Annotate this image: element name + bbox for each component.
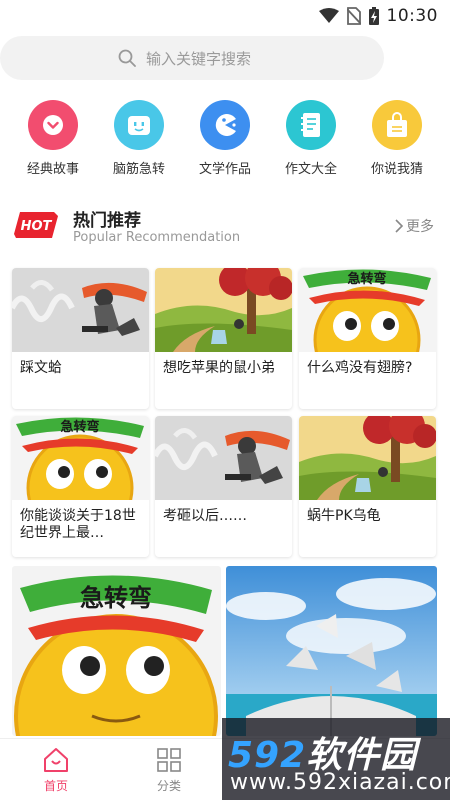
section-subtitle: Popular Recommendation (73, 230, 241, 245)
story-card[interactable]: 急转弯 什么鸡没有翅膀? (299, 268, 436, 409)
category-label: 经典故事 (26, 162, 79, 177)
category-brain-teasers[interactable]: 脑筋急转 (96, 100, 182, 177)
card-title: 想吃苹果的鼠小弟 (163, 360, 275, 376)
pacman-icon (200, 100, 250, 150)
story-card[interactable]: 急转弯 你能谈谈关于18世纪世界上最… (12, 416, 149, 557)
card-thumbnail (12, 268, 149, 352)
category-label: 作文大全 (284, 162, 337, 177)
story-card[interactable]: 想吃苹果的鼠小弟 (155, 268, 292, 409)
section-header: HOT 热门推荐 Popular Recommendation 更多 (0, 200, 450, 252)
more-label: 更多 (406, 219, 434, 235)
hot-badge: HOT (14, 212, 58, 238)
card-thumbnail: 急转弯 (12, 416, 149, 500)
search-placeholder: 输入关键字搜索 (146, 49, 252, 68)
no-sim-icon (346, 7, 361, 25)
card-title: 蜗牛PK乌龟 (307, 508, 381, 524)
search-icon (118, 49, 136, 67)
card-title: 什么鸡没有翅膀? (307, 360, 413, 376)
category-literature[interactable]: 文学作品 (182, 100, 268, 177)
search-bar[interactable]: 输入关键字搜索 (0, 36, 384, 80)
nav-home-label: 首页 (43, 779, 68, 793)
card-thumbnail (155, 416, 292, 500)
notebook-icon (286, 100, 336, 150)
category-label: 文学作品 (198, 162, 251, 177)
nav-category-label: 分类 (156, 779, 181, 793)
card-title: 踩文蛤 (20, 360, 62, 376)
home-icon (44, 748, 68, 772)
svg-text:急转弯: 急转弯 (60, 419, 99, 435)
category-classic-stories[interactable]: 经典故事 (10, 100, 96, 177)
nav-category[interactable]: 分类 (139, 747, 199, 794)
category-label: 脑筋急转 (112, 162, 165, 177)
brain-teaser-banner[interactable]: 急转弯 (12, 566, 221, 736)
category-label: 你说我猜 (370, 162, 423, 177)
more-link[interactable]: 更多 (394, 216, 434, 236)
status-bar: 10:30 (0, 0, 450, 32)
story-card[interactable]: 踩文蛤 (12, 268, 149, 409)
svg-text:急转弯: 急转弯 (80, 584, 152, 612)
category-guess-game[interactable]: 你说我猜 (354, 100, 440, 177)
nav-home[interactable]: 首页 (26, 747, 86, 794)
chevron-down-icon (28, 100, 78, 150)
clock: 10:30 (386, 6, 438, 26)
svg-text:HOT: HOT (21, 219, 53, 234)
category-essays[interactable]: 作文大全 (268, 100, 354, 177)
grid-icon (157, 748, 181, 772)
battery-charging-icon (368, 7, 379, 25)
card-thumbnail (155, 268, 292, 352)
watermark-logo: 592软件园 www.592xiazai.com (222, 718, 450, 800)
literature-banner[interactable] (226, 566, 437, 736)
svg-text:急转弯: 急转弯 (347, 271, 386, 287)
robot-face-icon (114, 100, 164, 150)
chevron-right-icon (395, 219, 404, 233)
section-title: 热门推荐 (73, 211, 141, 231)
story-card[interactable]: 蜗牛PK乌龟 (299, 416, 436, 557)
card-title: 考砸以后…… (163, 508, 247, 524)
bag-icon (372, 100, 422, 150)
card-thumbnail: 急转弯 (299, 268, 436, 352)
story-card[interactable]: 考砸以后…… (155, 416, 292, 557)
category-row: 经典故事 脑筋急转 文学作品 作文大全 你说我猜 (0, 100, 450, 180)
card-title: 你能谈谈关于18世纪世界上最… (20, 508, 136, 541)
card-thumbnail (299, 416, 436, 500)
wifi-icon (318, 8, 339, 23)
